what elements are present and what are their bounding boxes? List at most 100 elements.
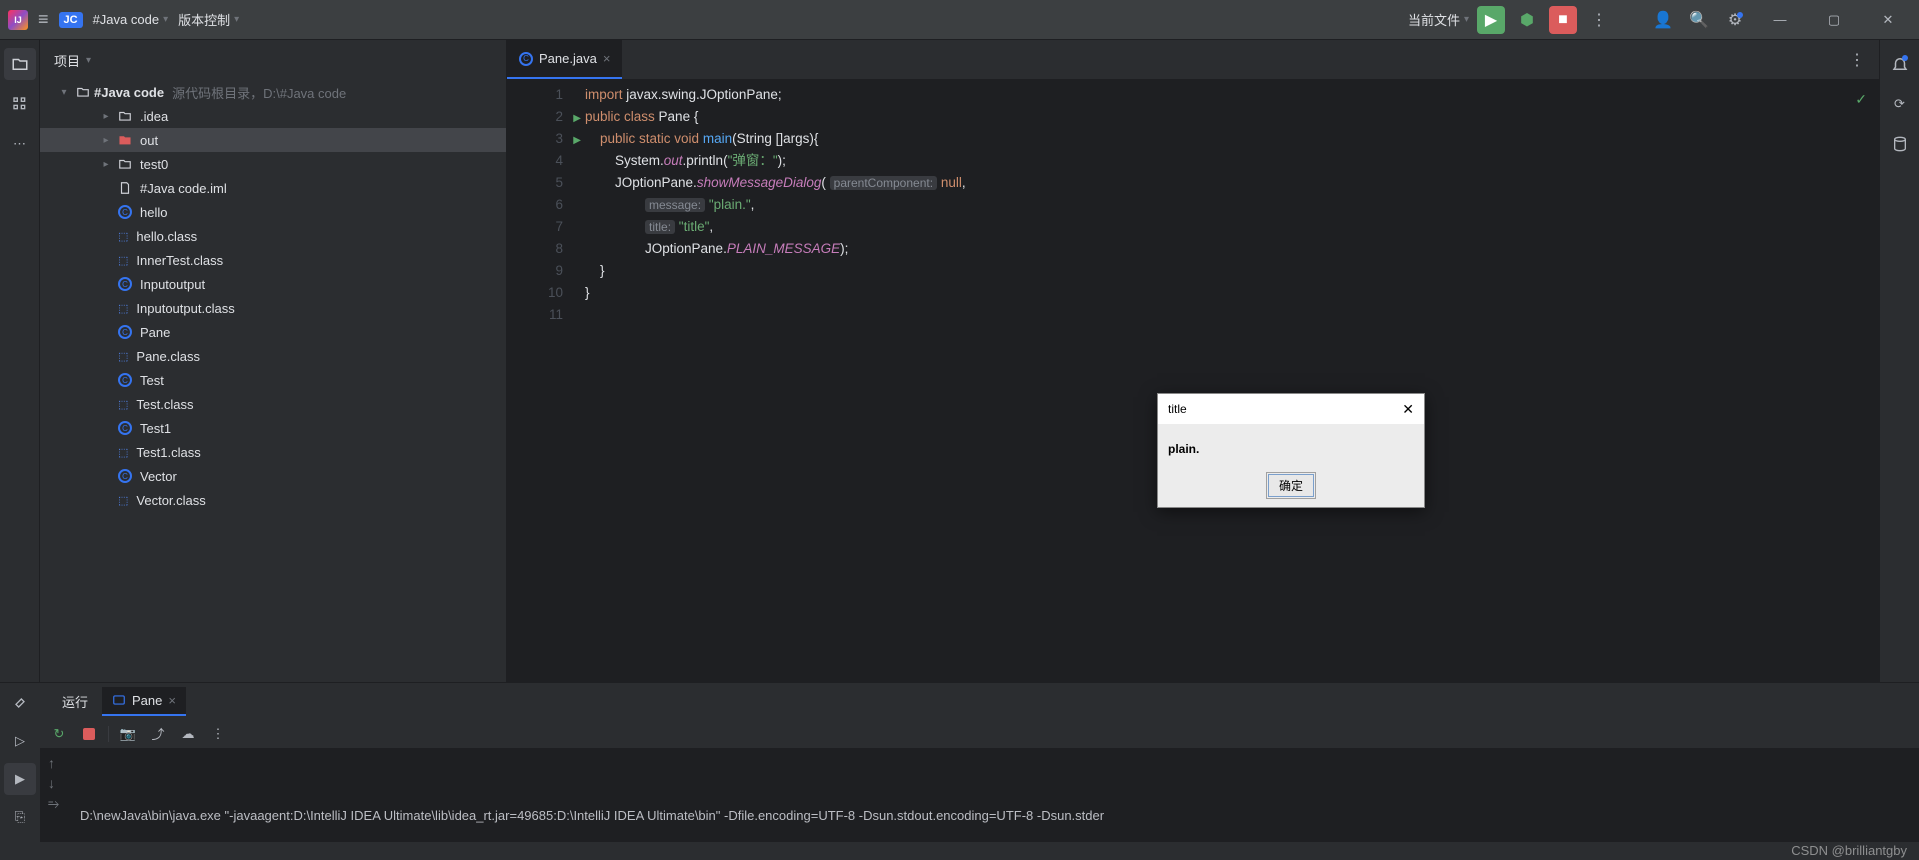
stop-button[interactable] (78, 723, 100, 745)
tree-item[interactable]: ▸out (40, 128, 506, 152)
search-icon[interactable]: 🔍 (1685, 6, 1713, 34)
run-toolbar: ↻ 📷 ⤴ ☁ ⋮ (40, 719, 1919, 749)
project-panel-header[interactable]: 项目▾ (40, 40, 506, 80)
tree-item-label: InnerTest.class (136, 253, 223, 268)
close-tab-icon[interactable]: × (603, 51, 611, 66)
run-tab-label[interactable]: 运行 (52, 686, 98, 717)
chevron-down-icon[interactable]: ▾ (56, 87, 72, 98)
tree-item[interactable]: CTest1 (40, 416, 506, 440)
tree-item[interactable]: #Java code.iml (40, 176, 506, 200)
compiled-class-icon: ⬚ (118, 230, 128, 243)
tree-item[interactable]: ⬚Inputoutput.class (40, 296, 506, 320)
editor-tab[interactable]: C Pane.java × (507, 40, 622, 79)
dialog-ok-button[interactable]: 确定 (1268, 474, 1314, 497)
layout-icon[interactable]: ☁ (177, 723, 199, 745)
tree-item[interactable]: ⬚Vector.class (40, 488, 506, 512)
notifications-icon[interactable] (1884, 48, 1916, 80)
close-tab-icon[interactable]: × (168, 693, 176, 708)
ai-assistant-icon[interactable]: ⟳ (1884, 88, 1916, 120)
services-tool-icon[interactable]: ▷ (4, 725, 36, 757)
tree-item[interactable]: ⬚ InnerTest.class (40, 248, 506, 272)
class-icon: C (519, 52, 533, 66)
code-line[interactable]: public static void main(String []args){ (585, 128, 1869, 150)
inspections-ok-icon[interactable]: ✓ (1855, 88, 1867, 110)
tree-item[interactable]: CVector (40, 464, 506, 488)
compiled-class-icon: ⬚ (118, 254, 128, 267)
maximize-button[interactable]: ▢ (1811, 0, 1857, 40)
tree-item[interactable]: ▸.idea (40, 104, 506, 128)
run-config-selector[interactable]: 当前文件▾ (1408, 10, 1469, 29)
settings-icon[interactable]: ⚙ (1721, 6, 1749, 34)
code-line[interactable]: System.out.println("弹窗："); (585, 150, 1869, 172)
scroll-up-icon[interactable]: ↑ (48, 755, 59, 771)
tree-item[interactable]: ⬚hello.class (40, 224, 506, 248)
editor-code[interactable]: import javax.swing.JOptionPane;public cl… (575, 80, 1879, 700)
exit-icon[interactable]: ⤴ (147, 723, 169, 745)
tree-root[interactable]: ▾ #Java code 源代码根目录，D:\#Java code (40, 80, 506, 104)
code-line[interactable]: title: "title", (585, 216, 1869, 238)
code-line[interactable] (585, 304, 1869, 326)
more-tools-icon[interactable]: ⋯ (4, 128, 36, 160)
stop-button[interactable]: ■ (1549, 6, 1577, 34)
compiled-class-icon: ⬚ (118, 302, 128, 315)
run-config-tab[interactable]: Pane × (102, 687, 186, 716)
folder-icon (118, 157, 132, 171)
run-button[interactable]: ▶ (1477, 6, 1505, 34)
code-line[interactable]: } (585, 260, 1869, 282)
tree-item[interactable]: ⬚Pane.class (40, 344, 506, 368)
more-icon[interactable]: ⋮ (207, 723, 229, 745)
tree-root-hint: 源代码根目录，D:\#Java code (172, 83, 346, 102)
tab-more-icon[interactable]: ⋮ (1843, 46, 1871, 74)
application-icon (112, 693, 126, 707)
dialog-title-text: title (1168, 402, 1187, 416)
code-line[interactable]: } (585, 282, 1869, 304)
code-line[interactable]: JOptionPane.PLAIN_MESSAGE); (585, 238, 1869, 260)
build-tool-icon[interactable] (4, 687, 36, 719)
tree-item[interactable]: ▸test0 (40, 152, 506, 176)
vcs-menu[interactable]: 版本控制▾ (178, 10, 239, 29)
database-icon[interactable] (1884, 128, 1916, 160)
structure-tool-icon[interactable] (4, 88, 36, 120)
tree-item[interactable]: ⬚Test1.class (40, 440, 506, 464)
tree-item[interactable]: CTest (40, 368, 506, 392)
code-line[interactable]: JOptionPane.showMessageDialog( parentCom… (585, 172, 1869, 194)
project-tree[interactable]: ▾ #Java code 源代码根目录，D:\#Java code ▸.idea… (40, 80, 506, 700)
run-line-icon[interactable]: ▶ (573, 130, 581, 152)
tree-item-label: Test.class (136, 397, 193, 412)
tree-item[interactable]: CPane (40, 320, 506, 344)
minimize-button[interactable]: — (1757, 0, 1803, 40)
console-output[interactable]: ↑ ↓ ⥱ D:\newJava\bin\java.exe "-javaagen… (40, 749, 1919, 842)
tree-item[interactable]: CInputoutput (40, 272, 506, 296)
code-line[interactable]: public class Pane { (585, 106, 1869, 128)
titlebar: IJ ≡ JC #Java code▾ 版本控制▾ 当前文件▾ ▶ ⬢ ■ ⋮ … (0, 0, 1919, 40)
run-tool-icon[interactable]: ▶ (4, 763, 36, 795)
code-editor[interactable]: 12▶3▶4567891011 import javax.swing.JOpti… (507, 80, 1879, 700)
project-selector[interactable]: #Java code▾ (93, 12, 169, 27)
dialog-titlebar[interactable]: title ✕ (1158, 394, 1424, 424)
watermark: CSDN @brilliantgby (1791, 843, 1907, 858)
class-icon: C (118, 205, 132, 219)
dialog-close-icon[interactable]: ✕ (1402, 401, 1414, 418)
chevron-right-icon[interactable]: ▸ (98, 135, 114, 146)
terminal-tool-icon[interactable]: ⎘ (4, 801, 36, 833)
scroll-down-icon[interactable]: ↓ (48, 775, 59, 791)
chevron-down-icon: ▾ (1464, 14, 1469, 25)
project-tool-icon[interactable] (4, 48, 36, 80)
code-line[interactable]: message: "plain.", (585, 194, 1869, 216)
more-icon[interactable]: ⋮ (1585, 6, 1613, 34)
soft-wrap-icon[interactable]: ⥱ (48, 795, 59, 812)
chevron-right-icon[interactable]: ▸ (98, 159, 114, 170)
rerun-button[interactable]: ↻ (48, 723, 70, 745)
code-line[interactable]: import javax.swing.JOptionPane; (585, 84, 1869, 106)
screenshot-icon[interactable]: 📷 (117, 723, 139, 745)
run-line-icon[interactable]: ▶ (573, 108, 581, 130)
tree-item[interactable]: ⬚Test.class (40, 392, 506, 416)
close-button[interactable]: ✕ (1865, 0, 1911, 40)
tree-item-label: Test (140, 373, 164, 388)
chevron-right-icon[interactable]: ▸ (98, 111, 114, 122)
compiled-class-icon: ⬚ (118, 494, 128, 507)
debug-button[interactable]: ⬢ (1513, 6, 1541, 34)
main-menu-icon[interactable]: ≡ (38, 9, 49, 30)
tree-item[interactable]: Chello (40, 200, 506, 224)
code-with-me-icon[interactable]: 👤 (1649, 6, 1677, 34)
